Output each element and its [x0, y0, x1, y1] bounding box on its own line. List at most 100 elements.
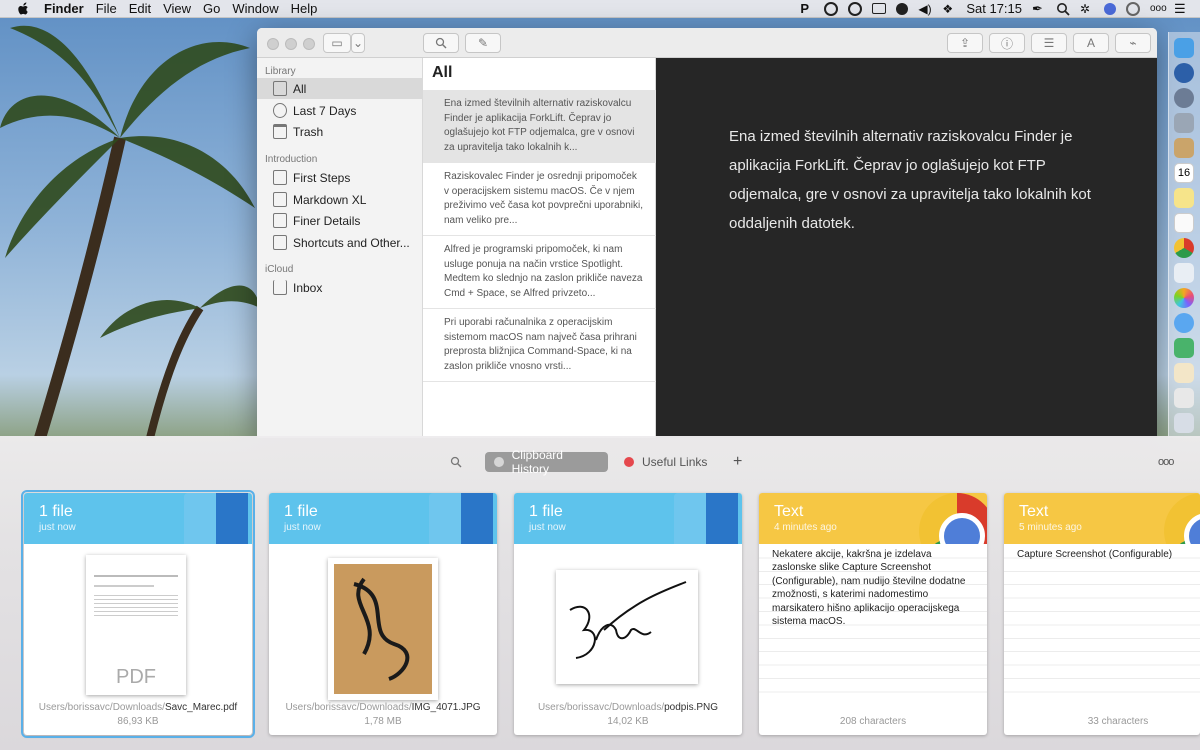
bear-sidebar: Library All Last 7 Days Trash Introducti…: [257, 58, 423, 438]
list-format-icon[interactable]: ☰: [1031, 33, 1067, 53]
sidebar-item-label: Finer Details: [293, 213, 361, 228]
card-title: 1 file: [284, 503, 318, 520]
clock-icon: [273, 103, 287, 118]
menu-window[interactable]: Window: [232, 1, 278, 16]
zoom-window-button[interactable]: [303, 38, 315, 50]
editor-text[interactable]: Ena izmed številnih alternativ raziskova…: [729, 122, 1109, 238]
attachment-icon[interactable]: ⌁: [1115, 33, 1151, 53]
clipboard-card-file[interactable]: 1 file just now Users/borissavc/Download…: [514, 493, 742, 735]
apple-menu-icon[interactable]: [16, 2, 30, 16]
help-status-icon[interactable]: [848, 1, 863, 16]
contacts-dock-icon[interactable]: [1174, 138, 1194, 158]
menu-finder[interactable]: Finder: [44, 1, 84, 16]
minimize-window-button[interactable]: [285, 38, 297, 50]
alfred-icon[interactable]: ✲: [1080, 2, 1094, 16]
airplay-icon[interactable]: [872, 3, 887, 14]
close-window-button[interactable]: [267, 38, 279, 50]
preview-dock-icon[interactable]: [1174, 113, 1194, 133]
paste-status-icon[interactable]: P: [800, 1, 814, 16]
note-preview[interactable]: Raziskovalec Finder je osrednji pripomoč…: [423, 163, 656, 236]
finder-dock-icon[interactable]: [1174, 38, 1194, 58]
sidebar-item-first-steps[interactable]: First Steps: [257, 167, 423, 188]
section-icloud: iCloud: [265, 264, 294, 275]
trash-icon: [273, 124, 287, 139]
note-icon: [273, 170, 287, 185]
chevron-down-icon[interactable]: ⌄: [351, 33, 365, 53]
finder-icon: [670, 493, 742, 544]
notes-dock-icon[interactable]: [1174, 188, 1194, 208]
more-status-icon[interactable]: ooo: [1150, 2, 1167, 16]
facetime-dock-icon[interactable]: [1174, 338, 1194, 358]
signature-thumbnail: [556, 570, 698, 684]
messages-dock-icon[interactable]: [1174, 313, 1194, 333]
sidebar-item-shortcuts[interactable]: Shortcuts and Other...: [257, 232, 423, 253]
card-header: Text 4 minutes ago: [759, 493, 987, 544]
siri-icon[interactable]: [1104, 2, 1116, 15]
card-header: 1 file just now: [514, 493, 742, 544]
dropbox-icon[interactable]: ❖: [942, 2, 956, 16]
sidebar-item-markdown-xl[interactable]: Markdown XL: [257, 189, 423, 210]
menu-bar: Finder File Edit View Go Window Help P ◀…: [0, 0, 1200, 18]
sidebar-item-inbox[interactable]: Inbox: [257, 277, 423, 298]
clipboard-card-file[interactable]: 1 file just now Users/borissavc/Download…: [269, 493, 497, 735]
section-library: Library: [265, 66, 296, 77]
sidebar-toggle-icon[interactable]: ▭: [323, 33, 351, 53]
chrome-dock-icon[interactable]: [1174, 238, 1194, 258]
notification-center-icon[interactable]: ☰: [1174, 1, 1188, 16]
note-preview[interactable]: Alfred je programski pripomoček, ki nam …: [423, 236, 656, 309]
search-icon[interactable]: [450, 452, 468, 472]
menu-go[interactable]: Go: [203, 1, 220, 16]
card-header: Text 5 minutes ago: [1004, 493, 1200, 544]
siri-dock-icon[interactable]: [1174, 63, 1194, 83]
trash-dock-icon[interactable]: [1174, 413, 1194, 433]
finder-icon: [425, 493, 497, 544]
sidebar-item-all[interactable]: All: [257, 78, 423, 99]
clipboard-card-file[interactable]: 1 file just now PDF Users/borissavc/Down…: [21, 490, 255, 738]
menubar-clock[interactable]: Sat 17:15: [966, 1, 1022, 16]
paste-panel: Clipboard History Useful Links + ooo 1 f…: [0, 436, 1200, 750]
spotlight-search-icon[interactable]: [1056, 2, 1070, 16]
menu-help[interactable]: Help: [291, 1, 318, 16]
finder-icon: [180, 493, 252, 544]
sidebar-item-trash[interactable]: Trash: [257, 121, 423, 142]
volume-icon[interactable]: ◀): [918, 2, 932, 16]
script-icon[interactable]: ✒: [1032, 1, 1046, 16]
notes-list: All Ena izmed številnih alternativ razis…: [423, 58, 656, 438]
tab-clipboard-history[interactable]: Clipboard History: [485, 448, 608, 476]
search-notes-icon[interactable]: [423, 33, 459, 53]
character-count: 208 characters: [839, 716, 907, 727]
note-editor[interactable]: Ena izmed številnih alternativ raziskova…: [656, 58, 1157, 438]
clock-status-icon[interactable]: [824, 1, 839, 16]
new-note-icon[interactable]: ✎: [465, 33, 501, 53]
pinboard-dot-icon: [624, 457, 634, 467]
sidebar-item-finer-details[interactable]: Finer Details: [257, 210, 423, 231]
maps-dock-icon[interactable]: [1174, 263, 1194, 283]
calendar-dock-icon[interactable]: 16: [1174, 163, 1194, 183]
photos-dock-icon[interactable]: [1174, 288, 1194, 308]
notes-list-title: All: [432, 64, 453, 81]
info-icon[interactable]: ⓘ: [989, 33, 1025, 53]
menu-edit[interactable]: Edit: [129, 1, 151, 16]
launchpad-dock-icon[interactable]: [1174, 88, 1194, 108]
menu-file[interactable]: File: [96, 1, 117, 16]
image-thumbnail: [328, 558, 438, 700]
textedit-dock-icon[interactable]: [1174, 363, 1194, 383]
share-icon[interactable]: ⇪: [947, 33, 983, 53]
text-format-icon[interactable]: A: [1073, 33, 1109, 53]
menu-view[interactable]: View: [163, 1, 191, 16]
clipboard-card-text[interactable]: Text 4 minutes ago Nekatere akcije, kakr…: [759, 493, 987, 735]
reminders-dock-icon[interactable]: [1174, 213, 1194, 233]
note-preview[interactable]: Ena izmed številnih alternativ raziskova…: [423, 90, 656, 163]
record-icon[interactable]: [896, 2, 909, 15]
add-pinboard-button[interactable]: +: [733, 452, 742, 472]
more-options-button[interactable]: ooo: [1158, 452, 1174, 472]
card-header: 1 file just now: [269, 493, 497, 544]
card-lines: [1004, 545, 1200, 705]
sidebar-item-last-7-days[interactable]: Last 7 Days: [257, 100, 423, 121]
numbers-dock-icon[interactable]: [1174, 388, 1194, 408]
card-time: just now: [39, 522, 76, 533]
user-status-icon[interactable]: [1126, 1, 1140, 16]
tab-useful-links[interactable]: Useful Links: [615, 452, 715, 472]
note-preview[interactable]: Pri uporabi računalnika z operacijskim s…: [423, 309, 656, 382]
clipboard-card-text[interactable]: Text 5 minutes ago Capture Screenshot (C…: [1004, 493, 1200, 735]
